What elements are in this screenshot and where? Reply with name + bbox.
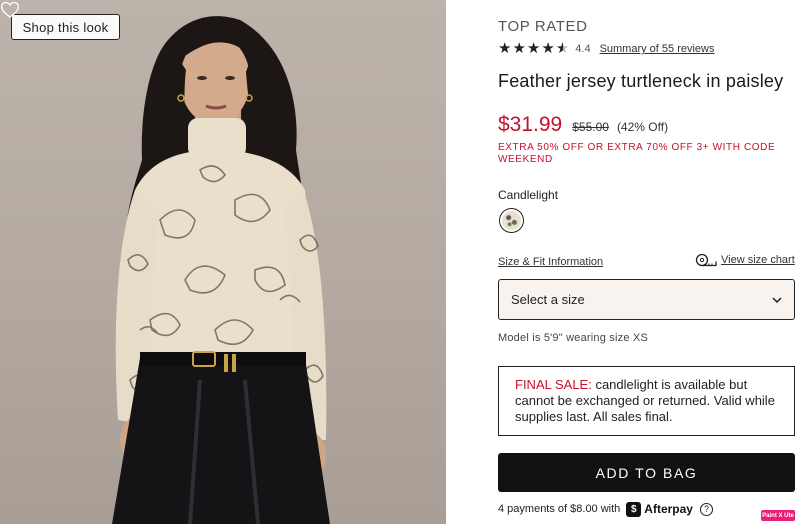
shop-this-look-button[interactable]: Shop this look bbox=[11, 14, 120, 40]
afterpay-icon: $ bbox=[626, 501, 642, 517]
swatch-pattern bbox=[502, 211, 521, 230]
afterpay-row: 4 payments of $8.00 with $ Afterpay ? bbox=[498, 501, 713, 517]
afterpay-installments-text: 4 payments of $8.00 with bbox=[498, 503, 621, 515]
half-star-icon: ★ bbox=[555, 40, 570, 57]
color-swatch-candlelight[interactable] bbox=[499, 208, 524, 233]
product-title: Feather jersey turtleneck in paisley bbox=[498, 71, 784, 91]
sale-price: $31.99 bbox=[498, 113, 563, 136]
final-sale-notice: FINAL SALE: candlelight is available but… bbox=[498, 366, 795, 436]
add-to-bag-button[interactable]: ADD TO BAG bbox=[498, 453, 795, 492]
size-fit-info-link[interactable]: Size & Fit Information bbox=[498, 256, 603, 268]
product-photo: Shop this look bbox=[0, 0, 446, 524]
size-chart-link[interactable]: View size chart bbox=[695, 253, 795, 267]
rating-row: ★ ★ ★ ★ ★ 4.4 Summary of 55 reviews bbox=[498, 41, 715, 57]
price-row: $31.99 $55.00 (42% Off) bbox=[498, 113, 668, 137]
size-select-dropdown[interactable]: Select a size bbox=[498, 279, 795, 320]
star-icon: ★ bbox=[541, 40, 555, 57]
star-icon: ★ bbox=[498, 40, 512, 57]
product-info-panel: TOP RATED ★ ★ ★ ★ ★ 4.4 Summary of 55 re… bbox=[498, 0, 796, 524]
rating-value: 4.4 bbox=[575, 43, 591, 55]
size-select-value: Select a size bbox=[511, 292, 585, 307]
reviews-summary-link[interactable]: Summary of 55 reviews bbox=[600, 43, 715, 55]
final-sale-label: FINAL SALE: bbox=[515, 377, 592, 392]
promo-message: EXTRA 50% OFF OR EXTRA 70% OFF 3+ WITH C… bbox=[498, 142, 776, 165]
chevron-down-icon bbox=[772, 296, 782, 303]
color-name: Candlelight bbox=[498, 188, 559, 202]
tape-measure-icon bbox=[695, 253, 717, 267]
size-chart-label: View size chart bbox=[721, 254, 795, 266]
afterpay-name: Afterpay bbox=[644, 502, 693, 516]
star-icon: ★ bbox=[526, 40, 541, 57]
rating-stars: ★ ★ ★ ★ ★ bbox=[498, 41, 569, 57]
heart-icon[interactable] bbox=[0, 0, 20, 20]
original-price: $55.00 bbox=[572, 120, 609, 134]
afterpay-logo: $ Afterpay bbox=[626, 501, 693, 517]
model-size-note: Model is 5'9" wearing size XS bbox=[498, 332, 648, 344]
help-icon[interactable]: ? bbox=[699, 502, 713, 516]
top-rated-badge: TOP RATED bbox=[498, 18, 588, 35]
browser-extension-badge[interactable]: Paint X Ute bbox=[761, 510, 795, 521]
discount-percent: (42% Off) bbox=[616, 120, 669, 134]
star-icon: ★ bbox=[512, 40, 526, 57]
model-illustration bbox=[112, 16, 330, 524]
